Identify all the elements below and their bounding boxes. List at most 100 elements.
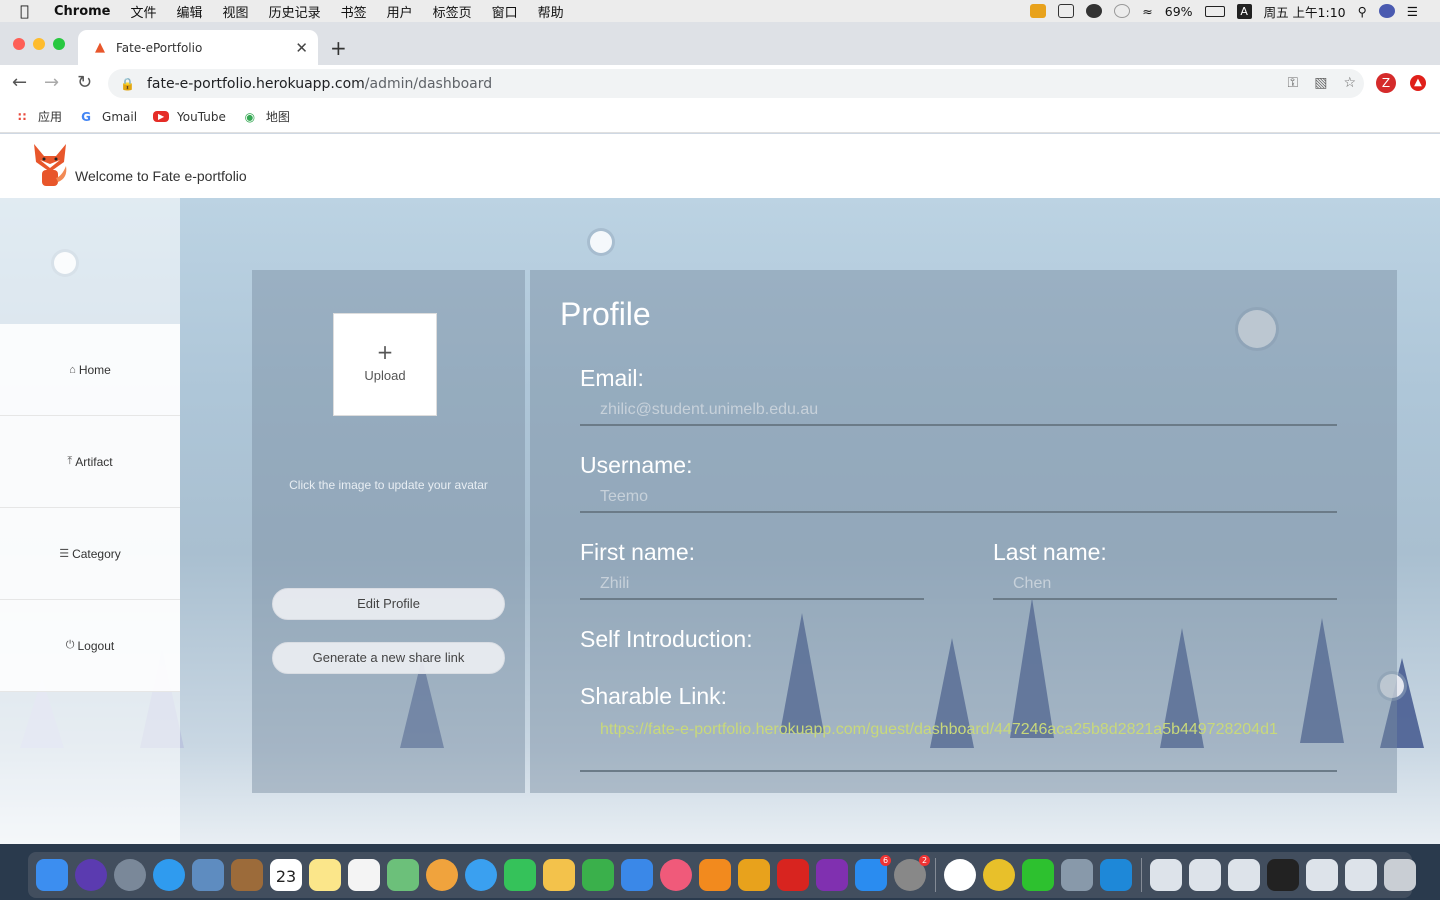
sidebar-item-home[interactable]: ⌂ Home	[0, 324, 180, 416]
wifi-icon[interactable]: ≈	[1142, 4, 1152, 19]
menu-history[interactable]: 历史记录	[269, 2, 321, 21]
music-icon[interactable]	[660, 859, 692, 891]
apple-menu-icon[interactable]: 	[20, 3, 36, 19]
sidebar-item-category[interactable]: ☰ Category	[0, 508, 180, 600]
sync-tray-icon[interactable]	[1114, 4, 1131, 18]
je-app-icon[interactable]	[738, 859, 770, 891]
profile-avatar-button[interactable]: Z	[1376, 73, 1396, 93]
notification-center-icon[interactable]: ☰	[1407, 4, 1418, 19]
menu-app-name[interactable]: Chrome	[54, 4, 111, 19]
mongodb-icon[interactable]	[944, 859, 976, 891]
minimized-window-thumbnail[interactable]	[1345, 859, 1377, 891]
edit-profile-button[interactable]: Edit Profile	[272, 588, 505, 620]
wechat-tray-icon[interactable]	[1086, 4, 1103, 18]
menu-users[interactable]: 用户	[387, 2, 413, 21]
input-method-indicator[interactable]: A	[1236, 3, 1252, 19]
close-window-button[interactable]	[13, 38, 25, 50]
menubar-clock[interactable]: 周五 上午1:10	[1264, 2, 1346, 21]
browser-tab-active[interactable]: ▲ Fate-ePortfolio ✕	[78, 30, 318, 65]
bookmark-gmail[interactable]: G Gmail	[78, 109, 137, 125]
menu-help[interactable]: 帮助	[538, 2, 564, 21]
macos-dock: 23 6 2	[28, 852, 1416, 898]
vscode-icon[interactable]	[1100, 859, 1132, 891]
menu-bookmarks[interactable]: 书签	[341, 2, 367, 21]
photos-icon[interactable]	[426, 859, 458, 891]
safari-icon[interactable]	[153, 859, 185, 891]
zoom-window-button[interactable]	[53, 38, 65, 50]
profile-title: Profile	[560, 296, 651, 332]
launchpad-icon[interactable]	[114, 859, 146, 891]
qq-tray-icon[interactable]	[1058, 4, 1075, 18]
minimized-window-thumbnail[interactable]	[1267, 859, 1299, 891]
contacts-icon[interactable]	[231, 859, 263, 891]
numbers-icon[interactable]	[582, 859, 614, 891]
calendar-icon[interactable]: 23	[270, 859, 302, 891]
minimized-window-thumbnail[interactable]	[1150, 859, 1182, 891]
siri-dock-icon[interactable]	[75, 859, 107, 891]
bookmark-label: Gmail	[102, 109, 138, 124]
tab-title: Fate-ePortfolio	[116, 40, 203, 55]
books-icon[interactable]	[699, 859, 731, 891]
password-key-icon[interactable]: ⚿	[1288, 75, 1299, 91]
sidebar-item-label: Artifact	[75, 454, 113, 469]
sharable-link[interactable]: https://fate-e-portfolio.herokuapp.com/g…	[600, 716, 1300, 744]
avatar-upload-button[interactable]: + Upload	[333, 313, 437, 416]
address-bar[interactable]: 🔒 fate-e-portfolio.herokuapp.com/admin/d…	[108, 69, 1364, 98]
facetime-icon[interactable]	[504, 859, 536, 891]
battery-icon[interactable]	[1204, 5, 1225, 17]
messages-icon[interactable]	[465, 859, 497, 891]
trash-icon[interactable]	[1384, 859, 1416, 891]
system-preferences-icon[interactable]: 2	[894, 855, 930, 891]
forward-arrow-icon[interactable]: →	[44, 72, 59, 93]
pages-icon[interactable]	[543, 859, 575, 891]
notes-icon[interactable]	[309, 859, 341, 891]
finder-icon[interactable]	[36, 859, 68, 891]
menu-tabs[interactable]: 标签页	[433, 2, 472, 21]
youdao-icon[interactable]	[777, 859, 809, 891]
avatar-panel: + Upload Click the image to update your …	[252, 270, 525, 793]
minimized-window-thumbnail[interactable]	[1189, 859, 1221, 891]
app-store-icon[interactable]: 6	[855, 855, 891, 891]
bookmark-apps[interactable]: ∷ 应用	[14, 108, 62, 125]
menu-edit[interactable]: 编辑	[177, 2, 203, 21]
preview-icon[interactable]	[192, 859, 224, 891]
je-tray-icon[interactable]	[1030, 4, 1047, 18]
menu-window[interactable]: 窗口	[492, 2, 518, 21]
menu-view[interactable]: 视图	[223, 2, 249, 21]
back-arrow-icon[interactable]: ←	[12, 72, 27, 93]
bookmark-label: 地图	[265, 110, 290, 124]
power-icon: ⏻	[65, 639, 75, 651]
siri-icon[interactable]	[1378, 4, 1395, 18]
lock-icon[interactable]: 🔒	[120, 77, 135, 91]
generate-share-link-button[interactable]: Generate a new share link	[272, 642, 505, 674]
last-name-value: Chen	[1013, 575, 1052, 592]
menu-file[interactable]: 文件	[131, 2, 157, 21]
sidebar-item-logout[interactable]: ⏻ Logout	[0, 600, 180, 692]
new-tab-button[interactable]: +	[330, 36, 347, 60]
bookmark-youtube[interactable]: ▶ YouTube	[153, 110, 226, 124]
wechat-dock-icon[interactable]	[1022, 859, 1054, 891]
reminders-icon[interactable]	[348, 859, 380, 891]
chrome-dock-icon[interactable]	[983, 859, 1015, 891]
url-host: fate-e-portfolio.herokuapp.com	[146, 75, 365, 92]
keynote-icon[interactable]	[621, 859, 653, 891]
upload-label: Upload	[364, 368, 406, 383]
bookmark-star-icon[interactable]: ☆	[1343, 75, 1356, 91]
sidebar-item-artifact[interactable]: ⤒ Artifact	[0, 416, 180, 508]
maps-dock-icon[interactable]	[387, 859, 419, 891]
reload-icon[interactable]: ↻	[77, 72, 92, 93]
fox-logo-icon[interactable]	[30, 142, 70, 188]
minimized-window-thumbnail[interactable]	[1306, 859, 1338, 891]
spotlight-search-icon[interactable]: ⚲	[1358, 4, 1367, 19]
minimize-window-button[interactable]	[33, 38, 45, 50]
welcome-text: Welcome to Fate e-portfolio	[75, 168, 247, 184]
translate-icon[interactable]: ▧	[1314, 75, 1327, 91]
close-tab-icon[interactable]: ✕	[295, 39, 308, 57]
minimized-window-thumbnail[interactable]	[1228, 859, 1260, 891]
extension-icon[interactable]: ▲	[1410, 75, 1426, 91]
snowflake	[590, 231, 612, 253]
bookmark-maps[interactable]: ◉ 地图	[242, 108, 290, 125]
preview-dock-icon[interactable]	[1061, 859, 1093, 891]
onenote-icon[interactable]	[816, 859, 848, 891]
url-path: /admin/dashboard	[364, 75, 493, 92]
